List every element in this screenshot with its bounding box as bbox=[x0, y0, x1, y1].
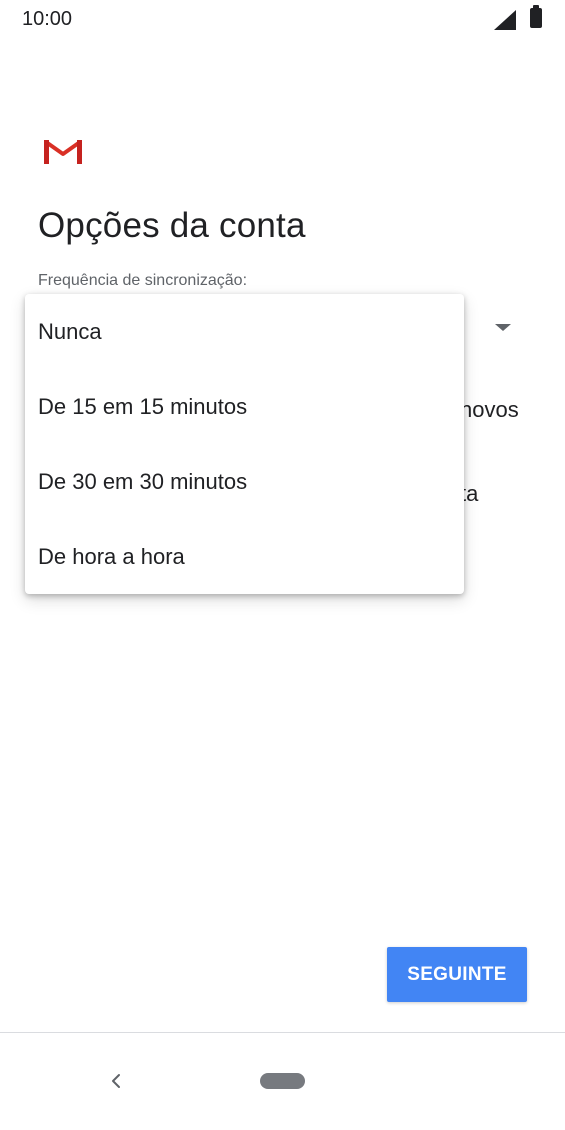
menu-item-hourly[interactable]: De hora a hora bbox=[25, 519, 464, 594]
status-time: 10:00 bbox=[22, 8, 73, 30]
navigation-bar bbox=[0, 1033, 565, 1130]
menu-item-30-minutes[interactable]: De 30 em 30 minutos bbox=[25, 444, 464, 519]
dropdown-arrow-icon[interactable] bbox=[495, 324, 511, 331]
notify-new-email-label: novos bbox=[460, 397, 519, 422]
cellular-signal-icon bbox=[494, 10, 516, 30]
home-pill-icon[interactable] bbox=[260, 1073, 305, 1089]
menu-item-never[interactable]: Nunca bbox=[25, 294, 464, 369]
sync-frequency-menu: Nunca De 15 em 15 minutos De 30 em 30 mi… bbox=[25, 294, 464, 594]
screen: 10:00 Opções da conta Frequência de sinc… bbox=[0, 0, 565, 1130]
gmail-logo-icon bbox=[44, 140, 82, 164]
battery-icon bbox=[530, 5, 542, 28]
sync-frequency-label: Frequência de sincronização: bbox=[38, 272, 248, 289]
back-chevron-icon[interactable] bbox=[105, 1067, 127, 1095]
status-bar: 10:00 bbox=[0, 0, 565, 40]
page-title: Opções da conta bbox=[38, 206, 306, 245]
next-button[interactable]: SEGUINTE bbox=[387, 947, 527, 1002]
menu-item-15-minutes[interactable]: De 15 em 15 minutos bbox=[25, 369, 464, 444]
